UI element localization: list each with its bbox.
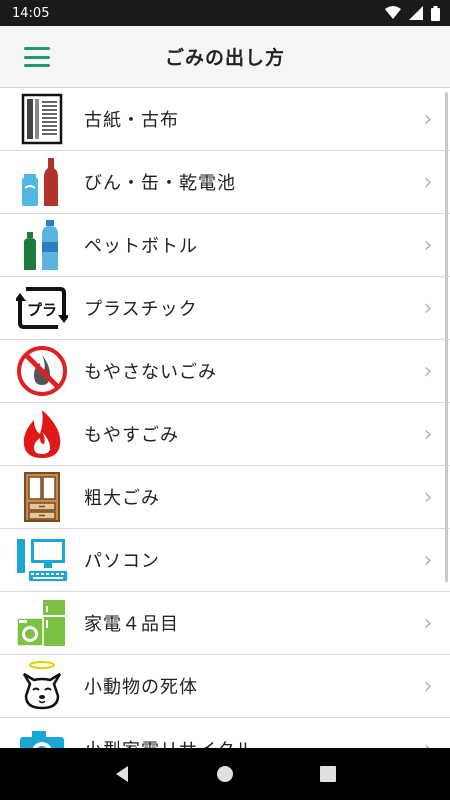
chevron-right-icon: › bbox=[423, 673, 433, 699]
list-item-appliances[interactable]: 家電４品目 › bbox=[0, 592, 450, 655]
scrollbar[interactable] bbox=[445, 92, 448, 582]
list-item-label: 小動物の死体 bbox=[84, 677, 198, 698]
category-list: 古紙・古布 › びん・缶・乾電池 › ペットボトル › プラ プラスチック › … bbox=[0, 88, 450, 748]
list-item-label: 古紙・古布 bbox=[84, 110, 179, 131]
list-item-small-appliance-recycle[interactable]: 小型家電リサイクル › bbox=[0, 718, 450, 748]
battery-icon bbox=[431, 5, 440, 21]
recents-icon bbox=[320, 766, 337, 782]
camera-icon bbox=[0, 718, 84, 748]
chevron-right-icon: › bbox=[423, 358, 433, 384]
app-bar: ごみの出し方 bbox=[0, 26, 450, 88]
menu-icon-bar bbox=[24, 64, 50, 67]
plastic-recycle-icon: プラ bbox=[0, 277, 84, 340]
chevron-right-icon: › bbox=[423, 169, 433, 195]
home-button[interactable] bbox=[205, 754, 245, 794]
newspaper-icon bbox=[0, 88, 84, 151]
chevron-right-icon: › bbox=[423, 610, 433, 636]
chevron-right-icon: › bbox=[423, 106, 433, 132]
list-item-label: 粗大ごみ bbox=[84, 488, 160, 509]
back-button[interactable] bbox=[102, 754, 142, 794]
menu-icon-bar bbox=[24, 47, 50, 50]
chevron-right-icon: › bbox=[423, 295, 433, 321]
chevron-right-icon: › bbox=[423, 232, 433, 258]
list-item-label: ペットボトル bbox=[84, 236, 198, 257]
system-nav-bar bbox=[0, 748, 450, 800]
list-item-label: 小型家電リサイクル bbox=[84, 736, 406, 748]
list-item-label: もやすごみ bbox=[84, 425, 179, 446]
list-item-computer[interactable]: パソコン › bbox=[0, 529, 450, 592]
list-item-pet-bottle[interactable]: ペットボトル › bbox=[0, 214, 450, 277]
status-icons bbox=[385, 5, 440, 21]
svg-text:プラ: プラ bbox=[27, 301, 57, 319]
dog-angel-icon bbox=[0, 655, 84, 718]
list-item-small-animal[interactable]: 小動物の死体 › bbox=[0, 655, 450, 718]
list-item-burnable[interactable]: もやすごみ › bbox=[0, 403, 450, 466]
list-item-bottle-can[interactable]: びん・缶・乾電池 › bbox=[0, 151, 450, 214]
list-item-label: パソコン bbox=[84, 551, 160, 572]
recents-button[interactable] bbox=[308, 754, 348, 794]
chevron-right-icon: › bbox=[423, 421, 433, 447]
computer-icon bbox=[0, 529, 84, 592]
menu-icon-bar bbox=[24, 55, 50, 59]
list-item-label: もやさないごみ bbox=[84, 362, 217, 383]
home-icon bbox=[216, 766, 233, 782]
appliance-icon bbox=[0, 592, 84, 655]
list-item-non-burnable[interactable]: もやさないごみ › bbox=[0, 340, 450, 403]
pet-bottle-icon bbox=[0, 214, 84, 277]
menu-button[interactable] bbox=[20, 44, 54, 70]
list-item-oversized[interactable]: 粗大ごみ › bbox=[0, 466, 450, 529]
page-title: ごみの出し方 bbox=[164, 47, 285, 69]
cabinet-icon bbox=[0, 466, 84, 529]
list-item-label: びん・缶・乾電池 bbox=[84, 173, 236, 194]
back-icon bbox=[115, 766, 128, 782]
no-burn-icon bbox=[0, 340, 84, 403]
chevron-right-icon: › bbox=[406, 737, 450, 749]
flame-icon bbox=[0, 403, 84, 466]
list-item-paper[interactable]: 古紙・古布 › bbox=[0, 88, 450, 151]
signal-icon bbox=[409, 6, 423, 20]
chevron-right-icon: › bbox=[423, 484, 433, 510]
list-item-label: 家電４品目 bbox=[84, 614, 179, 635]
list-item-plastic[interactable]: プラ プラスチック › bbox=[0, 277, 450, 340]
bottle-can-icon bbox=[0, 151, 84, 214]
wifi-icon bbox=[385, 6, 401, 19]
chevron-right-icon: › bbox=[423, 547, 433, 573]
list-item-label: プラスチック bbox=[84, 299, 198, 320]
status-time: 14:05 bbox=[12, 5, 50, 21]
status-bar: 14:05 bbox=[0, 0, 450, 26]
